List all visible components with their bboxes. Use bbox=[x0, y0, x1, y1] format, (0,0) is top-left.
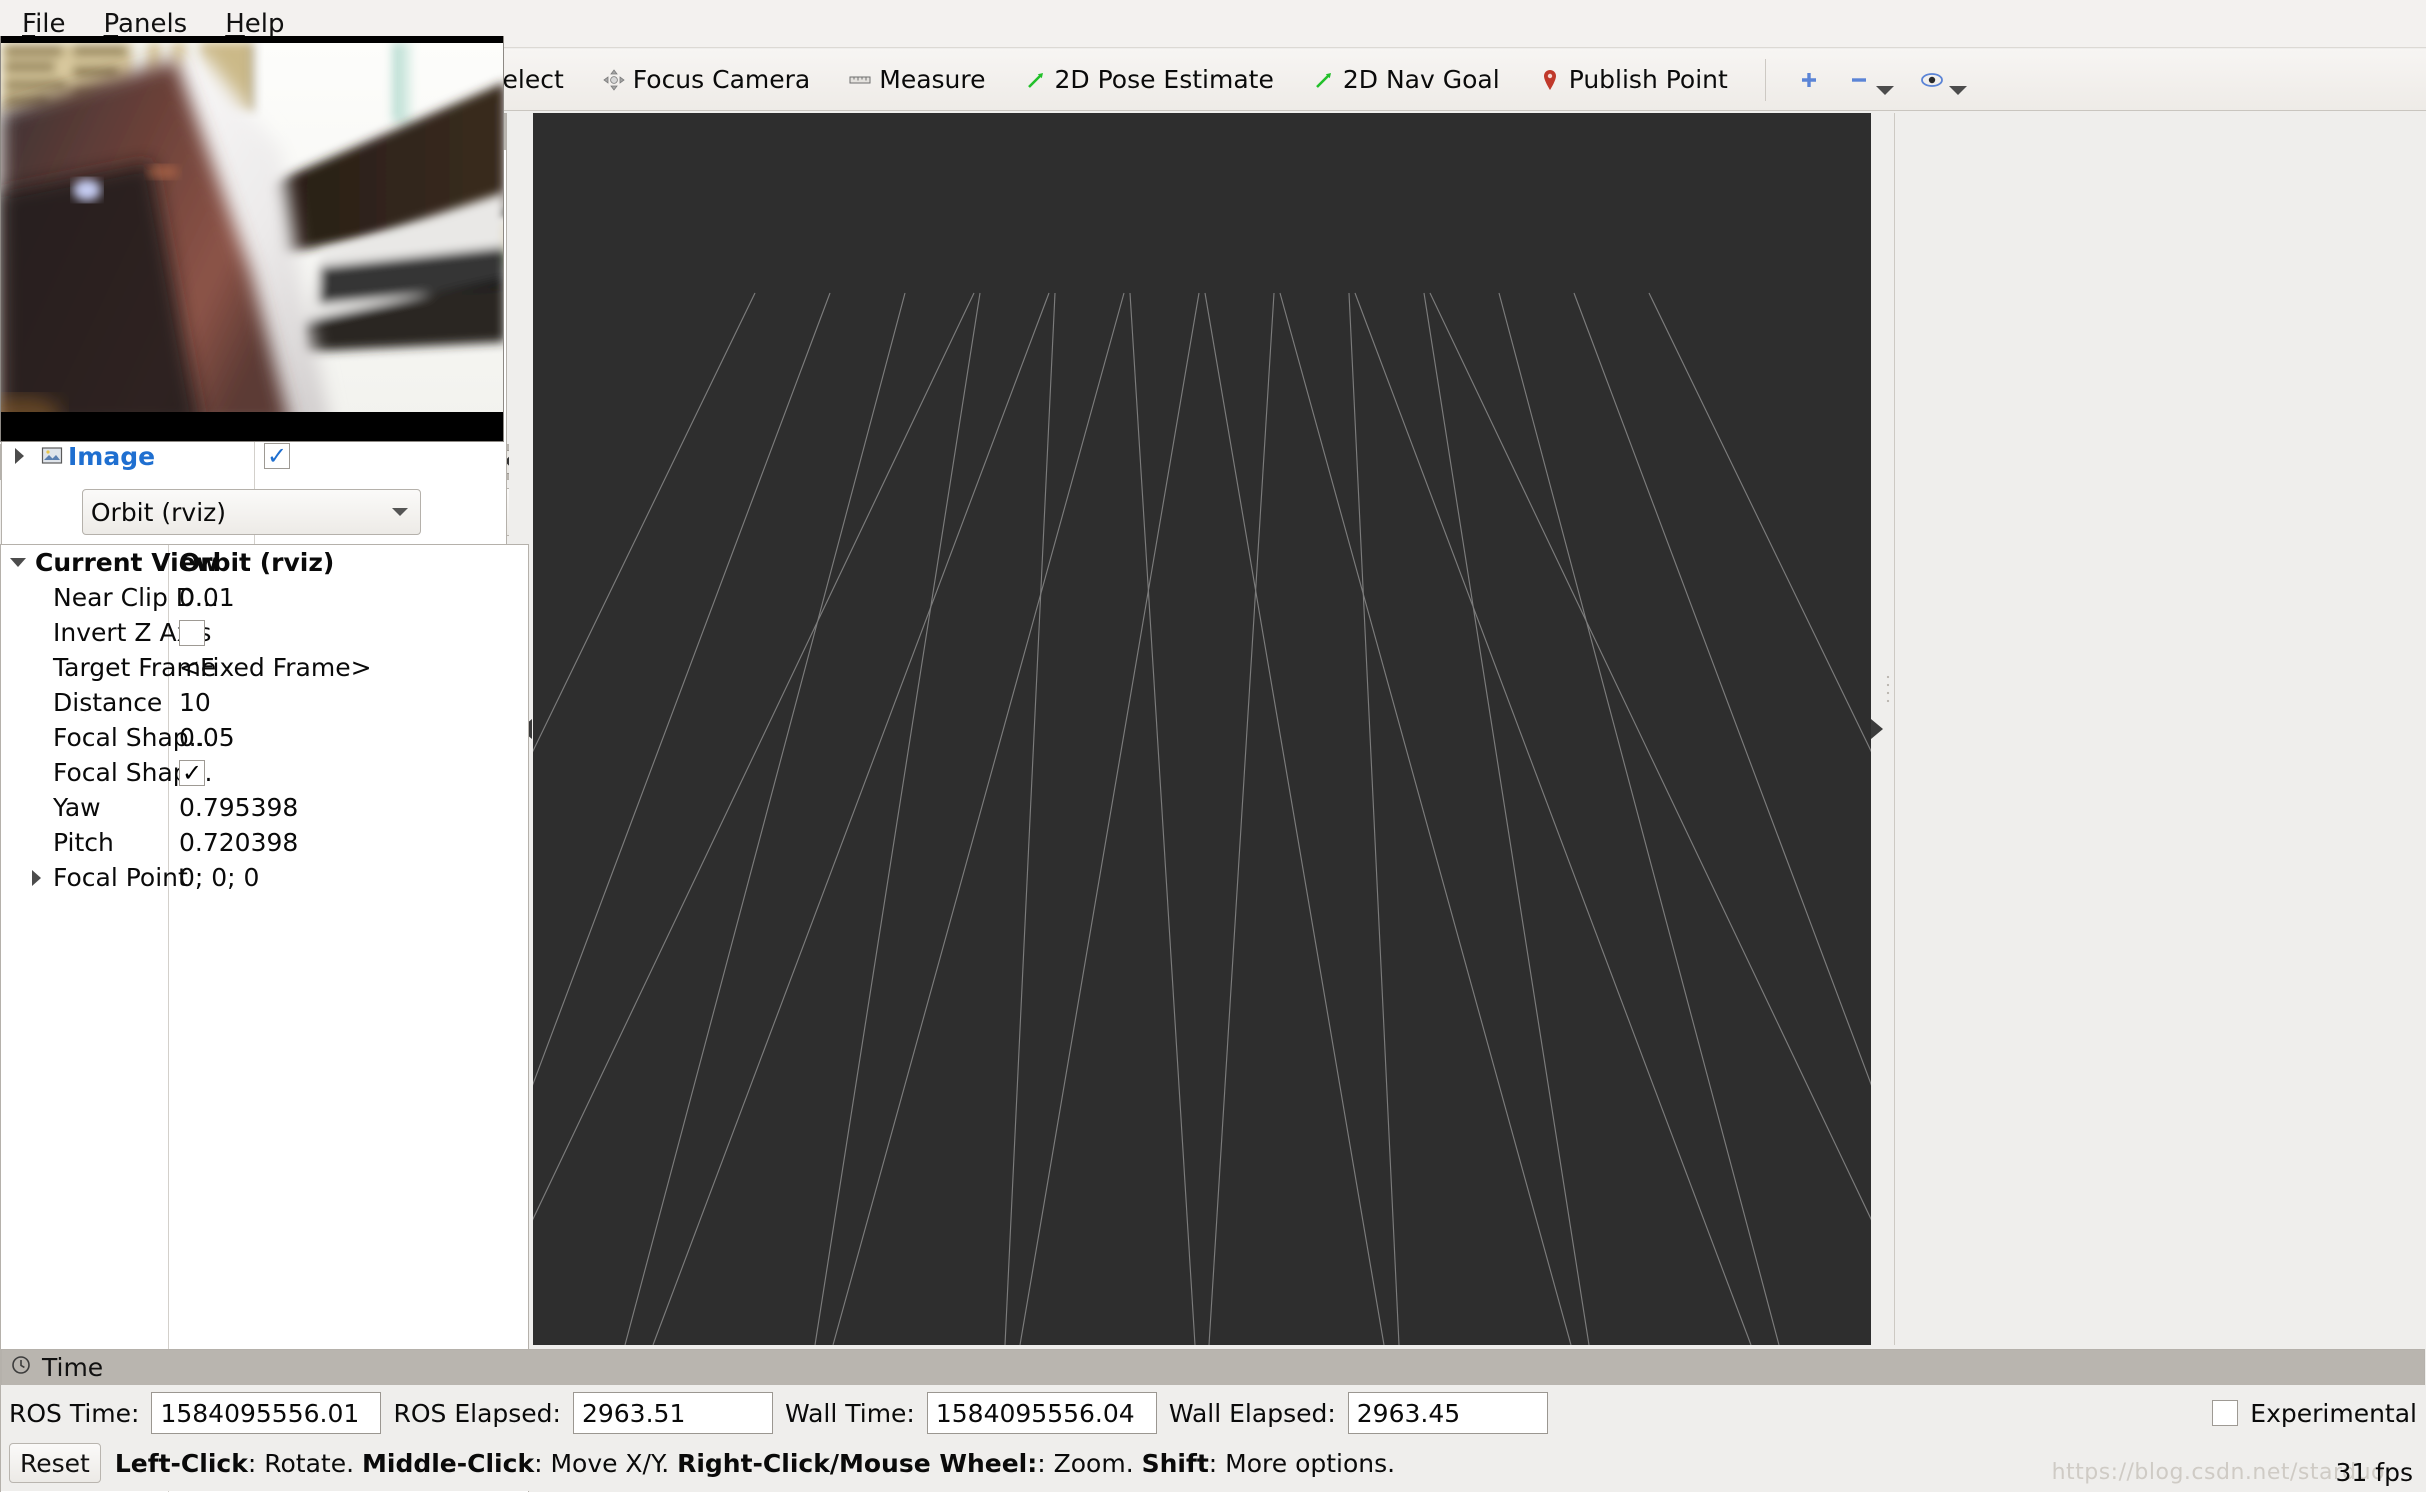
tool-2d-nav-goal[interactable]: 2D Nav Goal bbox=[1295, 56, 1517, 104]
views-label: Pitch bbox=[53, 828, 114, 857]
invert-z-axis-checkbox[interactable] bbox=[179, 619, 205, 646]
plus-icon bbox=[1797, 68, 1821, 92]
tool-focus-camera[interactable]: Focus Camera bbox=[585, 56, 827, 104]
add-tool-button[interactable] bbox=[1786, 56, 1832, 104]
tool-2d-pose-estimate-label: 2D Pose Estimate bbox=[1054, 65, 1274, 94]
views-row-focal-shape-size[interactable]: Focal Shap... 0.05 bbox=[1, 720, 528, 755]
ros-elapsed-field[interactable]: 2963.51 bbox=[572, 1392, 773, 1434]
views-value[interactable]: <Fixed Frame> bbox=[179, 653, 372, 682]
collapse-right-arrow-icon[interactable] bbox=[1870, 719, 1883, 739]
green-arrow-icon bbox=[1024, 68, 1048, 92]
ros-elapsed-label: ROS Elapsed: bbox=[393, 1398, 561, 1428]
tool-measure[interactable]: Measure bbox=[831, 56, 1002, 104]
views-row-near-clip-distance[interactable]: Near Clip D... 0.01 bbox=[1, 580, 528, 615]
views-value[interactable]: 0.795398 bbox=[179, 793, 298, 822]
views-value[interactable]: 0.05 bbox=[179, 723, 235, 752]
image-panel: Image ✖ bbox=[0, 0, 506, 444]
mouse-hint-text: Left-Click: Rotate. Middle-Click: Move X… bbox=[114, 1448, 1396, 1478]
wall-time-field[interactable]: 1584095556.04 bbox=[926, 1392, 1157, 1434]
remove-tool-button[interactable] bbox=[1836, 56, 1905, 104]
camera-frame bbox=[1, 36, 503, 441]
tool-publish-point[interactable]: Publish Point bbox=[1521, 56, 1745, 104]
status-bar: Reset Left-Click: Rotate. Middle-Click: … bbox=[1, 1441, 2425, 1487]
tool-publish-point-label: Publish Point bbox=[1568, 65, 1728, 94]
experimental-label: Experimental bbox=[2250, 1398, 2417, 1428]
fps-counter: 31 fps bbox=[2335, 1458, 2413, 1487]
tool-2d-pose-estimate[interactable]: 2D Pose Estimate bbox=[1007, 56, 1291, 104]
menu-item-panels[interactable]: Panels bbox=[98, 9, 194, 39]
eye-icon bbox=[1920, 68, 1944, 92]
focus-camera-icon bbox=[602, 68, 626, 92]
expand-arrow-icon[interactable] bbox=[1, 558, 35, 567]
image-icon bbox=[36, 446, 68, 466]
views-value[interactable]: 10 bbox=[179, 688, 211, 717]
views-value-group[interactable]: ✓ bbox=[179, 759, 205, 786]
views-value[interactable]: 0.01 bbox=[179, 583, 235, 612]
time-panel-title: Time bbox=[1, 1349, 2425, 1385]
menu-item-file[interactable]: File bbox=[16, 9, 72, 39]
right-splitter[interactable] bbox=[1870, 113, 1895, 1345]
time-panel-title-text: Time bbox=[42, 1353, 104, 1382]
clock-icon bbox=[10, 1353, 32, 1382]
views-value: Orbit (rviz) bbox=[179, 548, 335, 577]
view-type-value: Orbit (rviz) bbox=[90, 497, 227, 527]
wall-time-label: Wall Time: bbox=[784, 1398, 915, 1428]
views-row-focal-point[interactable]: Focal Point 0; 0; 0 bbox=[1, 860, 528, 895]
views-label: Yaw bbox=[53, 793, 101, 822]
expand-arrow-icon[interactable] bbox=[2, 448, 36, 464]
ros-time-label: ROS Time: bbox=[9, 1398, 140, 1428]
menu-item-help[interactable]: Help bbox=[219, 9, 290, 39]
experimental-checkbox[interactable] bbox=[2212, 1400, 2239, 1426]
visibility-button[interactable] bbox=[1909, 56, 1978, 104]
render-viewport-3d[interactable] bbox=[533, 113, 1871, 1345]
toolbar-separator bbox=[1764, 58, 1766, 101]
views-row-distance[interactable]: Distance 10 bbox=[1, 685, 528, 720]
views-row-yaw[interactable]: Yaw 0.795398 bbox=[1, 790, 528, 825]
map-pin-icon bbox=[1538, 68, 1562, 92]
image-enabled-checkbox[interactable]: ✓ bbox=[264, 443, 290, 469]
views-value[interactable]: 0; 0; 0 bbox=[179, 863, 259, 892]
minus-icon bbox=[1847, 68, 1871, 92]
time-fields-row: ROS Time: 1584095556.01 ROS Elapsed: 296… bbox=[1, 1385, 2425, 1441]
views-row-pitch[interactable]: Pitch 0.720398 bbox=[1, 825, 528, 860]
views-value[interactable]: 0.720398 bbox=[179, 828, 298, 857]
ruler-icon bbox=[848, 68, 872, 92]
tool-measure-label: Measure bbox=[879, 65, 986, 94]
chevron-down-icon bbox=[392, 508, 409, 516]
views-label: Focal Point bbox=[53, 863, 188, 892]
views-panel: Views ✖ Type: Orbit (rviz) Zero Current … bbox=[0, 444, 529, 1492]
views-row-focal-shape-fixed-size[interactable]: Focal Shap... ✓ bbox=[1, 755, 528, 790]
green-arrow-icon bbox=[1312, 68, 1336, 92]
views-row-target-frame[interactable]: Target Frame <Fixed Frame> bbox=[1, 650, 528, 685]
views-label: Distance bbox=[53, 688, 163, 717]
remove-tool-caret-icon[interactable] bbox=[1875, 86, 1894, 95]
tool-focus-camera-label: Focus Camera bbox=[632, 65, 811, 94]
camera-image-view bbox=[0, 36, 504, 442]
view-type-select[interactable]: Orbit (rviz) bbox=[81, 489, 422, 535]
time-panel: Time ROS Time: 1584095556.01 ROS Elapsed… bbox=[1, 1349, 2425, 1491]
reset-button[interactable]: Reset bbox=[9, 1443, 101, 1483]
tool-2d-nav-goal-label: 2D Nav Goal bbox=[1342, 65, 1500, 94]
wall-elapsed-field[interactable]: 2963.45 bbox=[1347, 1392, 1548, 1434]
grid-rendering bbox=[533, 113, 1871, 1345]
expand-arrow-icon[interactable] bbox=[19, 869, 53, 886]
tree-label: Image bbox=[68, 441, 156, 471]
tree-value-group[interactable]: ✓ bbox=[264, 443, 290, 469]
experimental-toggle[interactable]: Experimental bbox=[2212, 1399, 2417, 1428]
visibility-caret-icon[interactable] bbox=[1948, 86, 1967, 95]
splitter-dots-icon bbox=[1885, 673, 1891, 707]
views-row-current-view[interactable]: Current View Orbit (rviz) bbox=[1, 545, 528, 580]
ros-time-field[interactable]: 1584095556.01 bbox=[151, 1392, 382, 1434]
views-row-invert-z-axis[interactable]: Invert Z Axis bbox=[1, 615, 528, 650]
views-value-group[interactable] bbox=[179, 619, 205, 646]
wall-elapsed-label: Wall Elapsed: bbox=[1168, 1398, 1336, 1428]
focal-shape-fixed-size-checkbox[interactable]: ✓ bbox=[179, 759, 205, 786]
